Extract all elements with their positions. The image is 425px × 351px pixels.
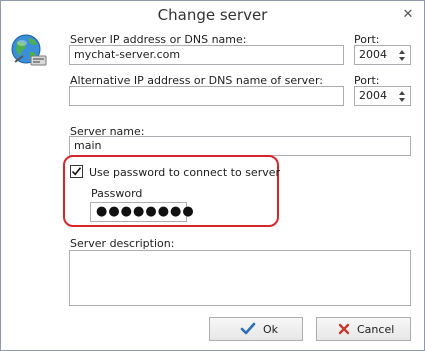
port-value: 2004 [359, 48, 387, 61]
alt-address-input[interactable] [69, 86, 344, 106]
alt-port-decrement-button[interactable] [399, 98, 405, 102]
alt-port-increment-button[interactable] [399, 91, 405, 95]
password-label: Password [91, 187, 143, 200]
change-server-dialog: Change server ✕ Server IP address or DNS… [0, 0, 425, 351]
port-increment-button[interactable] [399, 50, 405, 54]
checkmark-icon [71, 167, 82, 176]
cancel-button[interactable]: Cancel [316, 317, 411, 341]
alt-port-value: 2004 [359, 89, 387, 102]
ok-button[interactable]: Ok [209, 317, 303, 341]
cross-icon [338, 323, 350, 335]
globe-network-icon [9, 32, 49, 72]
alt-port-stepper[interactable]: 2004 [354, 86, 411, 106]
dialog-title: Change server [157, 6, 268, 24]
cancel-button-label: Cancel [357, 323, 395, 336]
port-stepper-arrows [396, 46, 410, 64]
alt-port-stepper-arrows [396, 87, 410, 105]
description-label: Server description: [70, 237, 175, 250]
password-mask: ●●●●●●●● [96, 204, 195, 219]
close-icon[interactable]: ✕ [398, 5, 418, 25]
use-password-checkbox[interactable] [70, 165, 83, 178]
use-password-label[interactable]: Use password to connect to server [89, 166, 280, 179]
description-textarea[interactable] [69, 250, 411, 306]
port-stepper[interactable]: 2004 [354, 45, 411, 65]
checkmark-icon [240, 322, 256, 335]
server-name-input[interactable]: main [69, 136, 411, 156]
title-bar: Change server ✕ [1, 1, 424, 29]
port-decrement-button[interactable] [399, 57, 405, 61]
password-input[interactable]: ●●●●●●●● [90, 202, 194, 222]
ok-button-label: Ok [263, 323, 279, 336]
server-address-input[interactable]: mychat-server.com [69, 45, 344, 65]
